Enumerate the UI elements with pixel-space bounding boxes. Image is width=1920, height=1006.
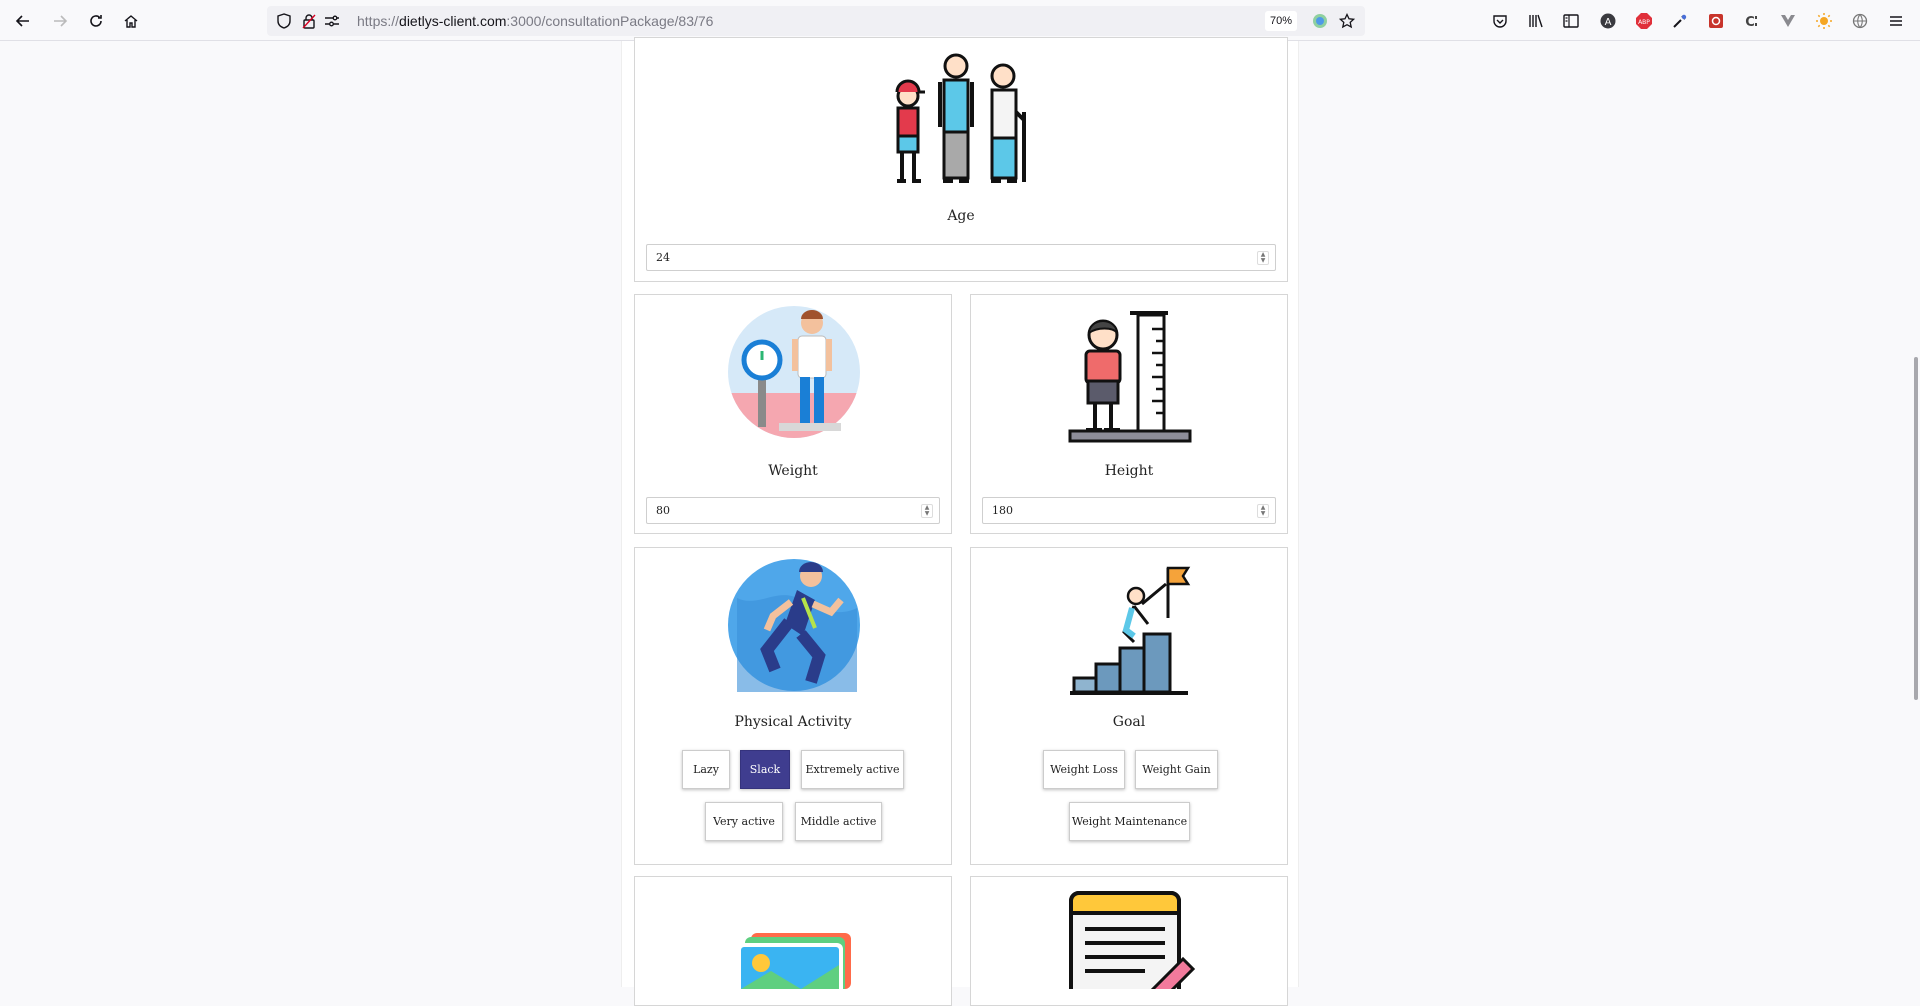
consultation-page: Age 24 ▲ ▼ Weight 80 ▲ ▼ Height 180 ▲ ▼ … — [621, 37, 1299, 1006]
eyedropper-icon[interactable] — [1668, 9, 1692, 33]
home-icon[interactable] — [119, 9, 143, 33]
age-card: Age 24 ▲ ▼ — [634, 37, 1288, 282]
shield-icon[interactable] — [275, 12, 293, 30]
height-value: 180 — [992, 504, 1013, 517]
height-measure-icon — [1068, 311, 1192, 443]
weight-spinner-icon[interactable]: ▲ ▼ — [921, 504, 933, 518]
notepad-pencil-icon — [1069, 891, 1195, 989]
goal-option-weight-gain[interactable]: Weight Gain — [1135, 750, 1218, 789]
extension-icon[interactable] — [1311, 12, 1329, 30]
height-spinner-icon[interactable]: ▲ ▼ — [1257, 504, 1269, 518]
permissions-icon[interactable] — [323, 12, 341, 30]
activity-title: Physical Activity — [734, 714, 852, 730]
screenshot-extension-icon[interactable] — [1704, 9, 1728, 33]
zoom-level[interactable]: 70% — [1265, 11, 1297, 31]
age-value: 24 — [656, 251, 670, 264]
globe-icon[interactable] — [1848, 9, 1872, 33]
weight-value: 80 — [656, 504, 670, 517]
pocket-icon[interactable] — [1488, 9, 1512, 33]
sun-icon[interactable] — [1812, 9, 1836, 33]
activity-card: Physical Activity Lazy Slack Extremely a… — [634, 547, 952, 865]
account-icon[interactable]: A — [1596, 9, 1620, 33]
lock-icon[interactable] — [300, 12, 318, 30]
bookmark-star-icon[interactable] — [1338, 12, 1356, 30]
activity-option-extremely-active[interactable]: Extremely active — [801, 750, 904, 789]
goal-card: Goal Weight Loss Weight Gain Weight Main… — [970, 547, 1288, 865]
runner-icon — [728, 559, 860, 692]
library-icon[interactable] — [1524, 9, 1548, 33]
goal-flag-icon — [1070, 566, 1191, 695]
sidebar-icon[interactable] — [1559, 9, 1583, 33]
adblock-icon[interactable]: ABP — [1632, 9, 1656, 33]
age-input[interactable]: 24 ▲ ▼ — [646, 244, 1276, 271]
weight-title: Weight — [768, 463, 818, 479]
height-input[interactable]: 180 ▲ ▼ — [982, 497, 1276, 524]
activity-option-slack[interactable]: Slack — [740, 750, 790, 789]
goal-option-weight-loss[interactable]: Weight Loss — [1043, 750, 1125, 789]
photo-gallery-icon — [737, 933, 851, 989]
menu-icon[interactable] — [1884, 9, 1908, 33]
browser-toolbar: https://dietlys-client.com:3000/consulta… — [0, 0, 1920, 41]
height-card: Height 180 ▲ ▼ — [970, 294, 1288, 534]
address-bar[interactable]: https://dietlys-client.com:3000/consulta… — [267, 6, 1365, 36]
weight-card: Weight 80 ▲ ▼ — [634, 294, 952, 534]
vue-devtools-icon[interactable] — [1776, 9, 1800, 33]
activity-option-very-active[interactable]: Very active — [705, 802, 783, 841]
svg-text:ABP: ABP — [1638, 19, 1650, 26]
weight-scale-icon — [728, 306, 860, 438]
back-icon[interactable] — [11, 9, 35, 33]
age-title: Age — [947, 208, 975, 224]
url-text[interactable]: https://dietlys-client.com:3000/consulta… — [357, 13, 713, 29]
svg-text:A: A — [1605, 17, 1612, 28]
goal-title: Goal — [1112, 714, 1146, 730]
age-spinner-icon[interactable]: ▲ ▼ — [1257, 251, 1269, 265]
height-title: Height — [1104, 463, 1154, 479]
page-scrollbar[interactable] — [1914, 357, 1918, 700]
activity-option-lazy[interactable]: Lazy — [682, 750, 730, 789]
forward-icon[interactable] — [48, 9, 72, 33]
weight-input[interactable]: 80 ▲ ▼ — [646, 497, 940, 524]
reload-icon[interactable] — [84, 9, 108, 33]
age-illustration-icon — [895, 53, 1026, 183]
extension-c-icon[interactable]: C — [1740, 9, 1764, 33]
goal-option-weight-maintenance[interactable]: Weight Maintenance — [1069, 802, 1190, 841]
activity-option-middle-active[interactable]: Middle active — [795, 802, 882, 841]
svg-text:C: C — [1745, 15, 1755, 29]
